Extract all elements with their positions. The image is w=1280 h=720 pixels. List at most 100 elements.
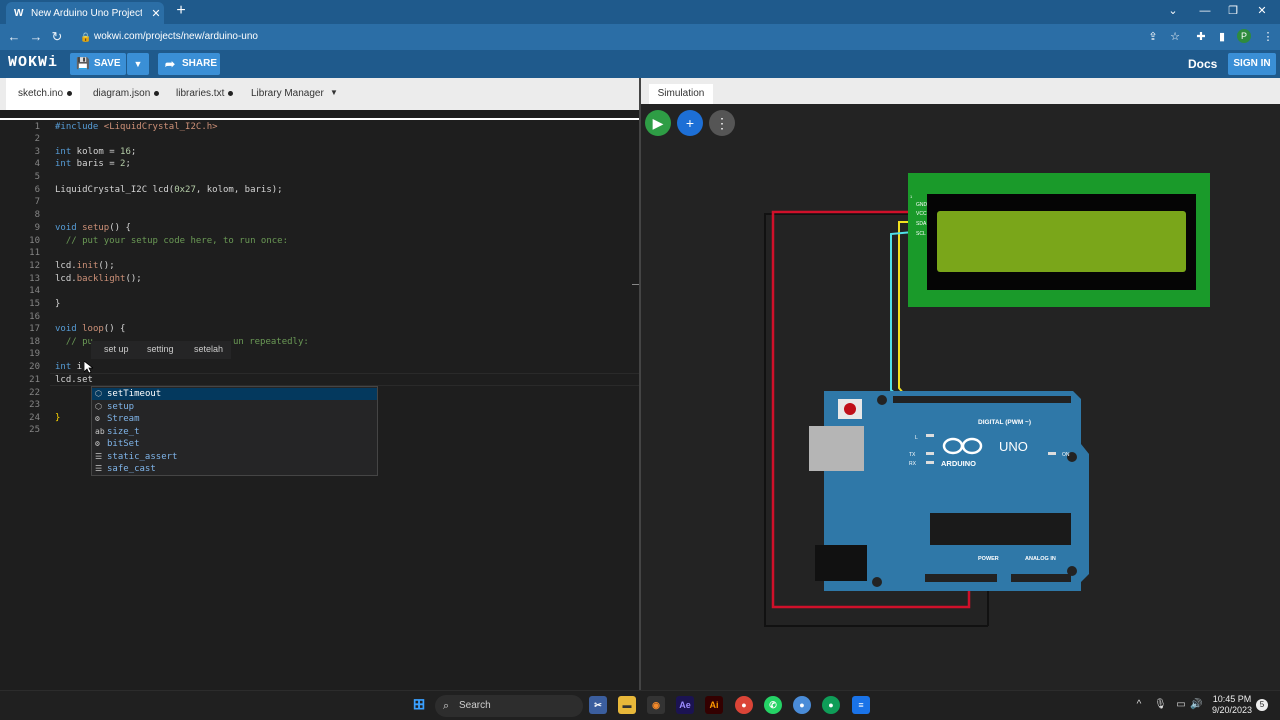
suggestion-item[interactable]: ⚙ Stream [92, 413, 377, 425]
uno-model-text: UNO [999, 439, 1028, 454]
share-page-icon[interactable]: ⇪ [1146, 30, 1160, 44]
usb-connector [809, 426, 864, 471]
profile-avatar[interactable]: P [1237, 29, 1251, 43]
code-token: } [55, 413, 61, 423]
side-panel-icon[interactable]: ▮ [1215, 30, 1229, 44]
tab-sketch-ino[interactable]: sketch.ino [6, 78, 80, 110]
code-line: int i; [55, 361, 88, 373]
suggestion-item[interactable]: ☰ static_assert [92, 451, 377, 463]
code-comment: // pu [55, 337, 93, 347]
whatsapp-icon[interactable]: ✆ [764, 696, 782, 714]
tab-diagram-json[interactable]: diagram.json [93, 78, 160, 110]
code-line: void setup() { [55, 222, 131, 234]
code-token: void [55, 223, 77, 233]
cube-icon: ⬡ [95, 389, 102, 398]
keyword-icon: ☰ [95, 452, 103, 461]
suggestion-item[interactable]: ☰ safe_cast [92, 463, 377, 475]
taskbar-search[interactable]: ⌕ Search [435, 695, 583, 717]
code-comment: un repeatedly: [232, 337, 309, 347]
extensions-icon[interactable]: ✚ [1194, 30, 1208, 44]
new-tab-icon[interactable]: + [172, 3, 190, 21]
lcd-module[interactable]: 1 GND VCC SDA SCL [908, 173, 1210, 307]
illustrator-icon[interactable]: Ai [705, 696, 723, 714]
line-number: 8 [34, 210, 40, 220]
file-explorer-icon[interactable]: ▬ [618, 696, 636, 714]
close-window-icon[interactable]: ✕ [1250, 3, 1274, 19]
hint-word[interactable]: setting [147, 344, 174, 354]
bookmark-star-icon[interactable]: ☆ [1168, 30, 1182, 44]
wokwi-logo[interactable]: WOKWi [8, 54, 58, 71]
code-line: int kolom = 16; [55, 146, 136, 158]
suggestion-item[interactable]: ⚙ bitSet [92, 438, 377, 450]
blender-icon[interactable]: ◉ [647, 696, 665, 714]
suggestion-rest: Timeout [123, 389, 162, 399]
code-token: () { [103, 324, 126, 334]
hint-word[interactable]: set up [104, 344, 129, 354]
line-number: 4 [34, 159, 40, 169]
microphone-icon[interactable]: 🎙 [1154, 699, 1167, 711]
notification-badge[interactable]: 5 [1256, 699, 1268, 711]
reset-button[interactable] [844, 403, 856, 415]
chrome-active-icon[interactable]: ● [822, 696, 840, 714]
network-icon[interactable]: ▭ [1175, 699, 1187, 711]
share-button[interactable]: ➦ SHARE [158, 53, 220, 75]
tab-libraries-txt[interactable]: libraries.txt [176, 78, 234, 110]
power-label: POWER [978, 556, 999, 562]
tray-overflow-icon[interactable]: ^ [1133, 699, 1145, 711]
mount-hole [877, 395, 887, 405]
code-line: lcd.backlight(); [55, 273, 142, 285]
code-token: int [55, 159, 72, 169]
wokwi-favicon-icon: W [14, 7, 24, 19]
code-token: kolom = [71, 147, 121, 157]
suggestion-rest: Set [123, 439, 140, 449]
tab-label: libraries.txt [176, 88, 225, 99]
code-token: int [55, 147, 72, 157]
chrome-profile-icon[interactable]: ● [793, 696, 811, 714]
close-tab-icon[interactable]: ✕ [148, 7, 164, 20]
editor-tab-bar: sketch.ino diagram.json libraries.txt Li… [0, 78, 640, 110]
line-number: 6 [34, 185, 40, 195]
minimize-icon[interactable]: — [1193, 3, 1217, 19]
browser-tab[interactable]: W New Arduino Uno Project - Wokwi ✕ [6, 2, 164, 24]
taskbar-clock[interactable]: 10:45 PM 9/20/2023 [1206, 694, 1258, 716]
notepad-icon[interactable]: ≡ [852, 696, 870, 714]
url-field[interactable]: 🔒 wokwi.com/projects/new/arduino-uno [72, 27, 1132, 47]
code-line: } [55, 412, 60, 424]
hint-word[interactable]: setelah [194, 344, 223, 354]
after-effects-icon[interactable]: Ae [676, 696, 694, 714]
sign-in-button[interactable]: SIGN IN [1228, 53, 1276, 75]
suggestion-item[interactable]: ab size_t [92, 426, 377, 438]
led-on [1048, 452, 1056, 455]
maximize-icon[interactable]: ❐ [1221, 3, 1245, 19]
tab-simulation[interactable]: Simulation [649, 84, 713, 104]
search-label: Search [459, 700, 491, 711]
tab-search-chevron-icon[interactable]: ⌄ [1161, 3, 1185, 19]
code-comment: // put your setup code here, to run once… [55, 236, 288, 246]
suggestion-rest: afe_cast [112, 464, 156, 474]
mount-hole [872, 577, 882, 587]
arduino-uno-board[interactable]: DIGITAL (PWM ~) ARDUINO UNO ANALOG IN PO… [809, 391, 1089, 591]
cube-icon: ⬡ [95, 402, 102, 411]
tab-library-manager[interactable]: Library Manager [251, 78, 324, 110]
led-rx [926, 461, 934, 464]
save-dropdown-button[interactable]: ▼ [127, 53, 149, 75]
share-label: SHARE [182, 58, 218, 69]
unsaved-dot-icon [67, 90, 73, 96]
snipping-tool-icon[interactable]: ✂ [589, 696, 607, 714]
suggestion-item[interactable]: ⬡ setTimeout [92, 388, 377, 400]
tab-label: Library Manager [251, 88, 324, 99]
volume-icon[interactable]: 🔊 [1190, 699, 1202, 711]
back-icon[interactable]: ← [6, 29, 22, 45]
windows-start-icon[interactable]: ⊞ [410, 696, 428, 714]
reload-icon[interactable]: ↻ [49, 29, 65, 45]
line-number: 3 [34, 147, 40, 157]
docs-link[interactable]: Docs [1188, 57, 1217, 71]
chrome-icon[interactable]: ● [735, 696, 753, 714]
suggestion-item[interactable]: ⬡ setup [92, 401, 377, 413]
code-line: int baris = 2; [55, 158, 131, 170]
save-button[interactable]: 💾 SAVE [70, 53, 126, 75]
browser-menu-icon[interactable]: ⋮ [1261, 30, 1275, 44]
code-line: // put your setup code here, to run once… [55, 235, 288, 247]
tabs-menu-caret-icon[interactable]: ▼ [330, 88, 338, 97]
forward-icon[interactable]: → [28, 29, 44, 45]
